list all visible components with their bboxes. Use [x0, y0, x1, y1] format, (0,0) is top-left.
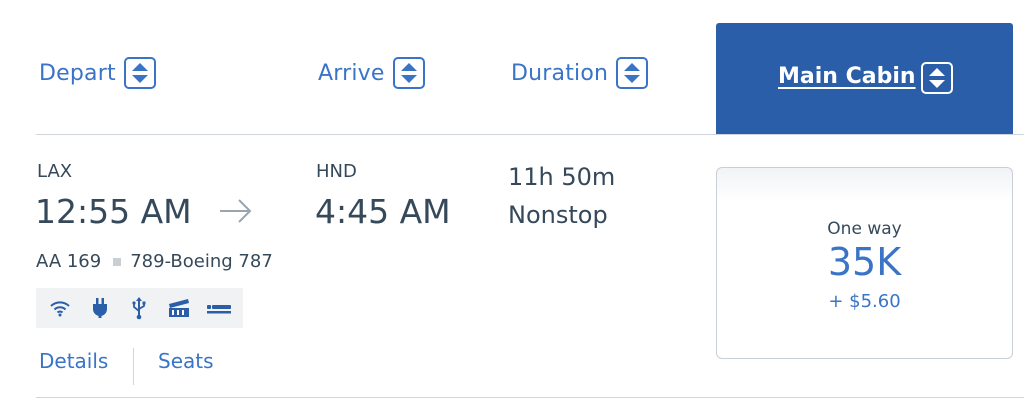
arrow-right-icon: [220, 199, 252, 223]
destination-airport-code: HND: [316, 161, 357, 182]
row-divider: [36, 397, 1024, 398]
sort-depart-header[interactable]: Depart: [39, 57, 156, 89]
lie-flat-seat-icon: [204, 293, 234, 323]
origin-airport-code: LAX: [37, 161, 73, 182]
sort-toggle-icon[interactable]: [392, 57, 425, 89]
flight-duration: 11h 50m: [508, 163, 616, 191]
wifi-icon: [45, 293, 75, 323]
departure-time: 12:55 AM: [35, 192, 192, 231]
main-cabin-fare-button[interactable]: One way 35K + $5.60: [716, 167, 1013, 359]
fare-taxes: + $5.60: [828, 291, 901, 312]
main-cabin-label[interactable]: Main Cabin: [778, 64, 916, 89]
sort-toggle-icon[interactable]: [616, 57, 649, 89]
sort-toggle-icon[interactable]: [921, 62, 953, 94]
flight-info: AA 169 789-Boeing 787: [36, 251, 273, 272]
details-link[interactable]: Details: [39, 349, 108, 373]
usb-icon: [124, 293, 154, 323]
flight-number: AA 169: [36, 251, 102, 272]
fare-miles: 35K: [827, 240, 902, 284]
power-outlet-icon: [85, 293, 115, 323]
entertainment-icon: [164, 293, 194, 323]
stops-info: Nonstop: [508, 201, 608, 229]
trip-type-label: One way: [827, 219, 902, 239]
header-divider: [36, 134, 1024, 135]
arrive-label: Arrive: [318, 60, 385, 86]
seats-link[interactable]: Seats: [158, 349, 214, 373]
duration-label: Duration: [511, 60, 609, 86]
separator: [113, 257, 122, 266]
arrival-time: 4:45 AM: [315, 192, 451, 231]
results-header: Depart Arrive Duration Main Cabin: [0, 0, 1024, 135]
main-cabin-tab[interactable]: Main Cabin: [716, 23, 1013, 135]
link-divider: [133, 348, 134, 385]
sort-toggle-icon[interactable]: [123, 57, 156, 89]
amenities-bar: [36, 288, 243, 328]
aircraft-type: 789-Boeing 787: [130, 251, 273, 272]
depart-label: Depart: [39, 60, 116, 86]
sort-duration-header[interactable]: Duration: [511, 57, 649, 89]
sort-arrive-header[interactable]: Arrive: [318, 57, 425, 89]
